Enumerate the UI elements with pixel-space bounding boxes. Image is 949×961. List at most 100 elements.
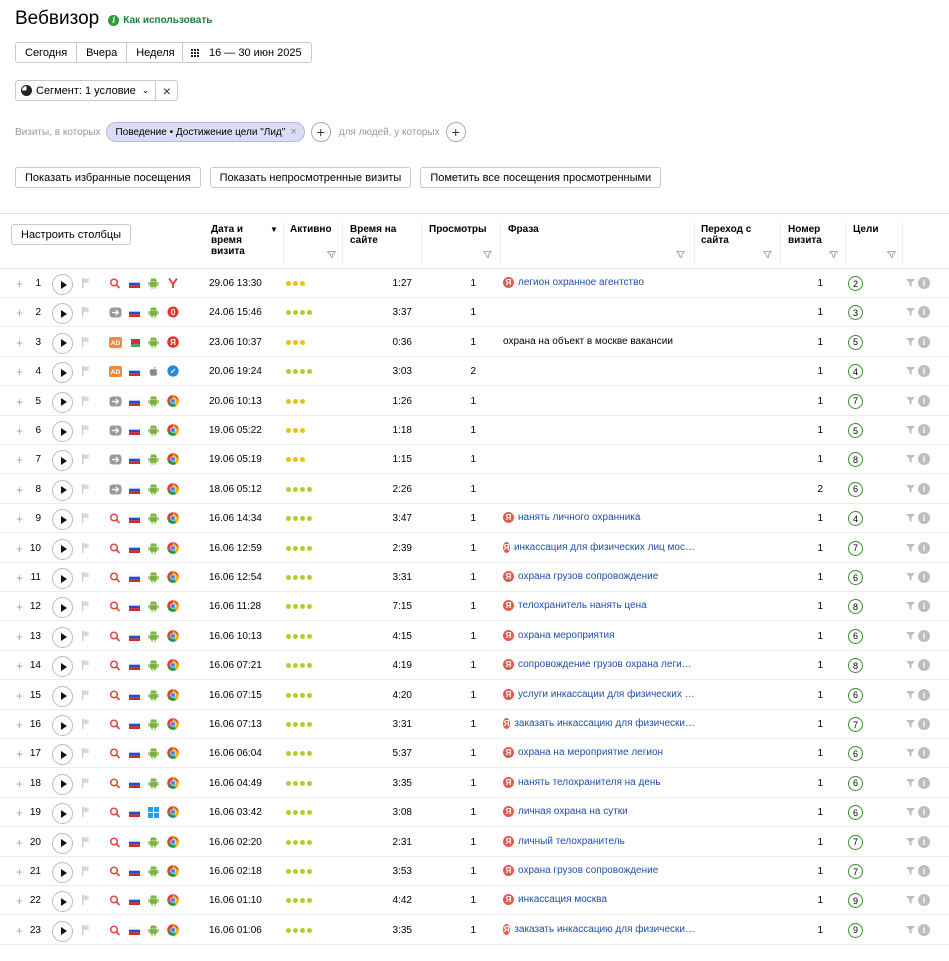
period-week-button[interactable]: Неделя	[127, 42, 185, 63]
search-phrase-text[interactable]: инкассация москва	[518, 894, 607, 905]
filter-icon[interactable]	[906, 367, 915, 376]
flag-icon[interactable]	[82, 924, 90, 935]
filter-chip[interactable]: Поведение • Достижение цели "Лид" ×	[106, 122, 305, 142]
expand-row-icon[interactable]: +	[16, 542, 23, 556]
play-recording-button[interactable]	[52, 538, 73, 560]
search-phrase-text[interactable]: личный телохранитель	[518, 836, 625, 847]
search-phrase-text[interactable]: заказать инкассацию для физически…	[514, 924, 695, 935]
filter-icon[interactable]	[906, 308, 915, 317]
col-activity-header[interactable]: Активно	[290, 224, 338, 235]
play-recording-button[interactable]	[52, 862, 73, 883]
info-icon[interactable]: i	[918, 306, 930, 319]
info-icon[interactable]: i	[918, 571, 930, 583]
flag-icon[interactable]	[82, 748, 90, 759]
table-row[interactable]: +9 16.06 14:34 3:47 1 Янанять личного охранн…	[0, 504, 949, 534]
expand-row-icon[interactable]: +	[16, 453, 23, 467]
play-recording-button[interactable]	[52, 715, 73, 736]
info-icon[interactable]: i	[918, 512, 930, 525]
expand-row-icon[interactable]: +	[16, 659, 23, 673]
flag-icon[interactable]	[82, 513, 90, 524]
search-phrase-text[interactable]: охрана мероприятия	[518, 630, 615, 641]
table-row[interactable]: +20 16.06 02:20 2:31 1 Яличный телохранитель…	[0, 828, 949, 857]
info-icon[interactable]: i	[918, 835, 930, 848]
play-recording-button[interactable]	[52, 450, 73, 472]
flag-icon[interactable]	[82, 425, 90, 435]
play-recording-button[interactable]	[52, 362, 73, 384]
goals-badge[interactable]: 6	[848, 481, 863, 497]
column-filter-icon[interactable]	[887, 251, 896, 258]
column-filter-icon[interactable]	[829, 251, 838, 258]
filter-icon[interactable]	[906, 455, 915, 464]
info-icon[interactable]: i	[918, 541, 930, 554]
play-recording-button[interactable]	[52, 568, 73, 589]
goals-badge[interactable]: 5	[848, 334, 863, 350]
info-icon[interactable]: i	[918, 776, 930, 789]
configure-columns-button[interactable]: Настроить столбцы	[11, 224, 132, 245]
play-recording-button[interactable]	[52, 391, 73, 413]
filter-icon[interactable]	[906, 396, 915, 405]
goals-badge[interactable]: 6	[848, 775, 863, 791]
info-icon[interactable]: i	[918, 747, 930, 760]
search-phrase-text[interactable]: охрана на мероприятие легион	[518, 747, 663, 758]
play-recording-button[interactable]	[52, 421, 73, 442]
filter-icon[interactable]	[906, 543, 915, 552]
info-icon[interactable]: i	[918, 600, 930, 613]
filter-icon[interactable]	[906, 631, 915, 640]
info-icon[interactable]: i	[918, 365, 930, 378]
flag-icon[interactable]	[82, 307, 90, 318]
expand-row-icon[interactable]: +	[16, 865, 23, 879]
info-icon[interactable]: i	[918, 659, 930, 672]
segment-dropdown[interactable]: Сегмент: 1 условие ⌄	[15, 80, 157, 101]
goals-badge[interactable]: 7	[848, 393, 863, 409]
show-favorites-button[interactable]: Показать избранные посещения	[15, 167, 201, 188]
play-recording-button[interactable]	[52, 597, 73, 619]
search-phrase-text[interactable]: заказать инкассацию для физически…	[514, 718, 695, 729]
table-row[interactable]: +21 16.06 02:18 3:53 1 Яохрана грузов сопров…	[0, 857, 949, 886]
expand-row-icon[interactable]: +	[16, 894, 23, 908]
filter-icon[interactable]	[906, 778, 915, 787]
table-row[interactable]: +10 16.06 12:59 2:39 1 Яинкассация для физич…	[0, 534, 949, 563]
date-range-picker[interactable]: 16 — 30 июн 2025	[182, 42, 312, 63]
goals-badge[interactable]: 6	[848, 628, 863, 644]
expand-row-icon[interactable]: +	[16, 924, 23, 938]
goals-badge[interactable]: 7	[848, 540, 863, 556]
info-icon[interactable]: i	[918, 923, 930, 936]
play-recording-button[interactable]	[52, 920, 73, 942]
period-yesterday-button[interactable]: Вчера	[77, 42, 128, 63]
table-row[interactable]: +16 16.06 07:13 3:31 1 Язаказать инкассацию …	[0, 710, 949, 739]
goals-badge[interactable]: 7	[848, 834, 863, 850]
flag-icon[interactable]	[82, 395, 90, 406]
play-recording-button[interactable]	[52, 479, 73, 501]
table-row[interactable]: +2 24.06 15:46 3:37 1 1 3 i	[0, 298, 949, 328]
table-row[interactable]: +11 16.06 12:54 3:31 1 Яохрана грузов сопров…	[0, 563, 949, 592]
info-icon[interactable]: i	[918, 688, 930, 701]
play-recording-button[interactable]	[52, 685, 73, 707]
info-icon[interactable]: i	[918, 806, 930, 819]
column-filter-icon[interactable]	[327, 251, 336, 258]
filter-icon[interactable]	[906, 279, 915, 287]
search-phrase-text[interactable]: охрана грузов сопровождение	[518, 571, 658, 582]
table-row[interactable]: +3 AD Я 23.06 10:37 0:36 1 охрана на объект в …	[0, 328, 949, 357]
filter-icon[interactable]	[906, 808, 915, 817]
goals-badge[interactable]: 9	[848, 922, 863, 938]
table-row[interactable]: +19 16.06 03:42 3:08 1 Яличная охрана на сут…	[0, 798, 949, 828]
filter-icon[interactable]	[906, 749, 915, 758]
play-recording-button[interactable]	[52, 332, 73, 354]
filter-icon[interactable]	[906, 484, 915, 493]
flag-icon[interactable]	[82, 483, 90, 494]
play-recording-button[interactable]	[52, 744, 73, 766]
flag-icon[interactable]	[82, 630, 90, 641]
expand-row-icon[interactable]: +	[16, 571, 23, 585]
goals-badge[interactable]: 4	[848, 364, 863, 380]
flag-icon[interactable]	[82, 601, 90, 612]
search-phrase-text[interactable]: легион охранное агентство	[518, 277, 644, 288]
expand-row-icon[interactable]: +	[16, 718, 23, 732]
add-visit-condition-button[interactable]: +	[310, 122, 331, 142]
table-row[interactable]: +7 19.06 05:19 1:15 1 1 8 i	[0, 445, 949, 475]
table-row[interactable]: +1 29.06 13:30 1:27 1 Ялегион охранное агент…	[0, 269, 949, 298]
play-recording-button[interactable]	[52, 803, 73, 825]
play-recording-button[interactable]	[52, 891, 73, 913]
info-icon[interactable]: i	[918, 277, 930, 289]
expand-row-icon[interactable]: +	[16, 395, 23, 409]
goals-badge[interactable]: 8	[848, 599, 863, 615]
